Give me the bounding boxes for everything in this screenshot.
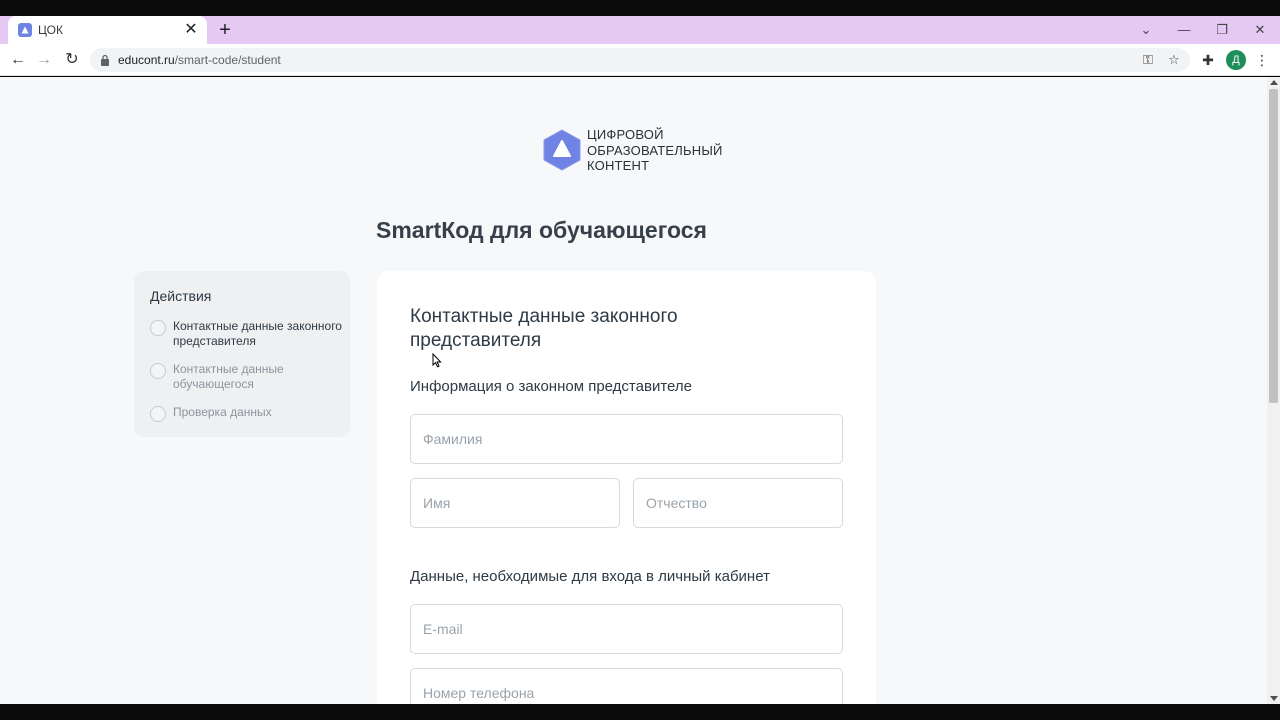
step-label: Проверка данных [173,405,272,419]
page-scrollbar[interactable] [1267,77,1280,704]
form-title: Контактные данные законного представител… [410,306,678,351]
tab-close-icon[interactable]: ✕ [181,20,201,40]
back-arrow-icon[interactable]: ← [6,48,30,72]
email-input[interactable] [411,605,842,653]
steps-title: Действия [150,288,212,304]
profile-avatar[interactable]: Д [1226,50,1246,70]
step-status-circle-icon [150,406,166,422]
browser-menu-icon[interactable]: ⋮ [1250,48,1274,72]
tab-title: ЦОК [38,23,63,37]
site-favicon-icon [18,23,32,37]
screen-bottom-border [0,704,1280,720]
phone-field[interactable] [410,668,843,704]
tab-search-icon[interactable]: ⌄ [1127,16,1165,44]
step-status-circle-icon [150,320,166,336]
first-name-field[interactable] [410,478,620,528]
step-label: Контактные данные обучающегося [173,362,284,391]
section-title-login-data: Данные, необходимые для входа в личный к… [410,568,770,585]
steps-panel: Действия Контактные данные законного пре… [134,271,350,437]
screen-top-border [0,0,1280,16]
email-field[interactable] [410,604,843,654]
page-viewport: ЦИФРОВОЙ ОБРАЗОВАТЕЛЬНЫЙ КОНТЕНТ SmartКо… [0,77,1267,704]
first-name-input[interactable] [411,479,619,527]
logo-text: ЦИФРОВОЙ ОБРАЗОВАТЕЛЬНЫЙ КОНТЕНТ [587,127,723,173]
close-window-icon[interactable]: ✕ [1241,16,1279,44]
reload-icon[interactable]: ↻ [60,48,84,72]
form-card: Контактные данные законного представител… [377,271,876,704]
section-title-guardian-info: Информация о законном представителе [410,378,692,395]
mouse-cursor-icon [432,353,442,368]
key-icon[interactable]: ⚿ [1138,50,1158,70]
url-text: educont.ru/smart-code/student [118,53,281,67]
browser-tab[interactable]: ЦОК ✕ [8,16,207,44]
minimize-window-icon[interactable]: — [1165,16,1203,44]
address-bar[interactable]: educont.ru/smart-code/student ⚿ ☆ [90,48,1190,72]
phone-input[interactable] [411,669,842,704]
patronymic-field[interactable] [633,478,843,528]
step-label: Контактные данные законного представител… [173,319,342,348]
bookmark-star-icon[interactable]: ☆ [1164,50,1184,70]
step-status-circle-icon [150,363,166,379]
restore-window-icon[interactable]: ❐ [1203,16,1241,44]
scroll-up-arrow-icon[interactable] [1270,80,1278,85]
educont-logo-icon [543,129,581,171]
browser-toolbar: ← → ↻ educont.ru/smart-code/student ⚿ ☆ … [0,44,1280,76]
scroll-down-arrow-icon[interactable] [1270,696,1278,701]
last-name-input[interactable] [411,415,842,463]
page-title: SmartКод для обучающегося [376,217,707,243]
forward-arrow-icon[interactable]: → [32,48,56,72]
last-name-field[interactable] [410,414,843,464]
browser-tab-bar: ЦОК ✕ + ⌄ — ❐ ✕ [0,16,1280,44]
extensions-puzzle-icon[interactable]: ✚ [1196,48,1220,72]
new-tab-icon[interactable]: + [214,19,236,41]
lock-icon [101,54,109,66]
scrollbar-thumb[interactable] [1269,89,1278,403]
patronymic-input[interactable] [634,479,842,527]
